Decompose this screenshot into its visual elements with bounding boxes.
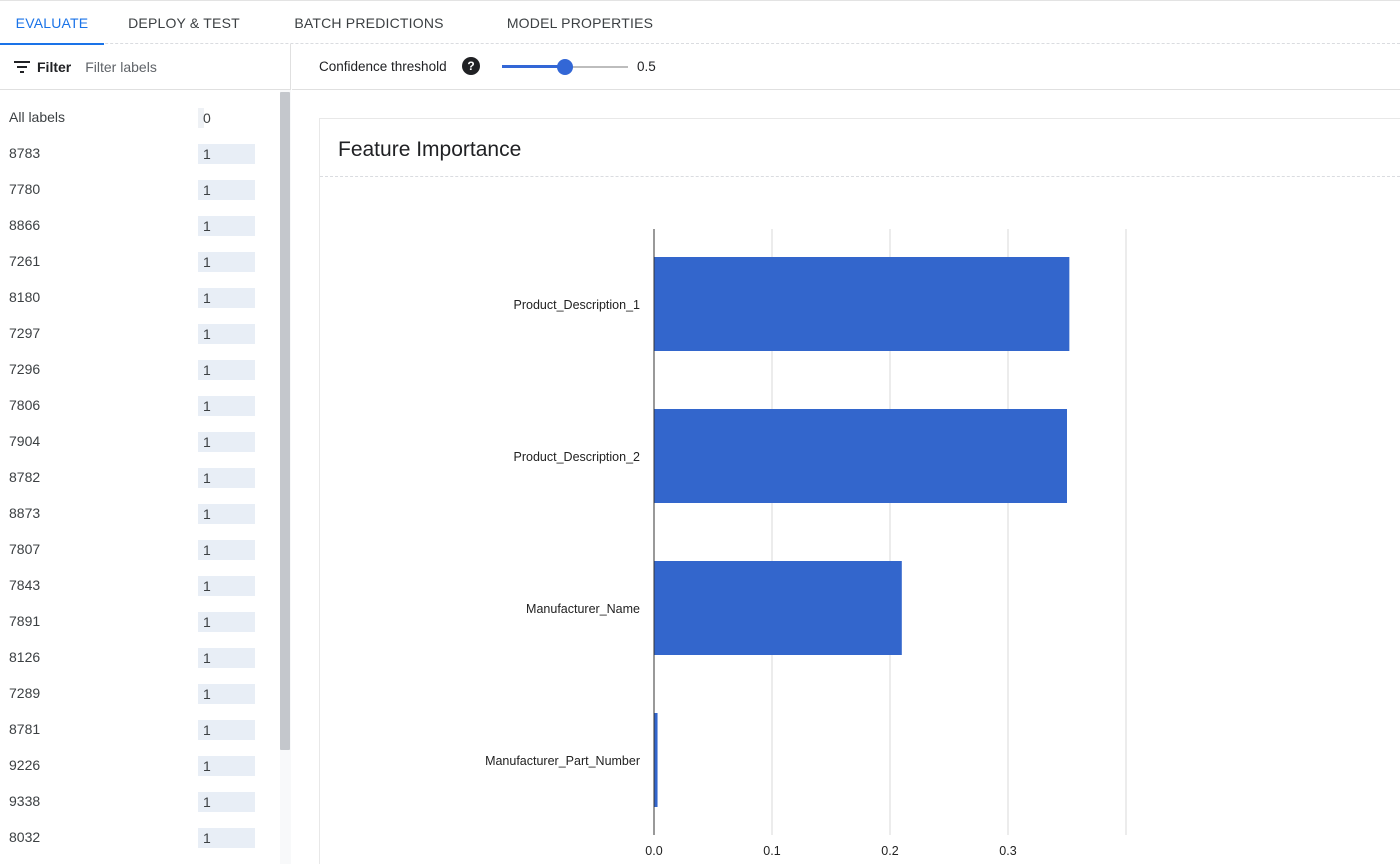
label-name: 8782 xyxy=(9,469,41,485)
label-count: 1 xyxy=(198,648,255,668)
label-name: 7904 xyxy=(9,433,41,449)
threshold-toolbar: Confidence threshold ? 0.5 xyxy=(292,44,1400,90)
label-count-value: 0 xyxy=(203,110,211,126)
label-name: 8866 xyxy=(9,217,41,233)
label-count: 1 xyxy=(198,684,255,704)
category-label: Manufacturer_Name xyxy=(526,602,640,616)
label-name: 7807 xyxy=(9,541,41,557)
label-row[interactable]: 7780 1 xyxy=(0,172,280,208)
slider-thumb[interactable] xyxy=(557,59,573,75)
tab-deploy-test[interactable]: DEPLOY & TEST xyxy=(104,0,264,44)
label-count: 1 xyxy=(198,504,255,524)
scrollbar-thumb[interactable] xyxy=(280,92,290,750)
filter-button[interactable]: Filter xyxy=(14,59,71,75)
label-sidebar: Filter All labels08783177801886617261181… xyxy=(0,44,291,864)
label-name: 8032 xyxy=(9,829,41,845)
label-row[interactable]: 7289 1 xyxy=(0,676,280,712)
label-name: 7843 xyxy=(9,577,41,593)
bar xyxy=(654,713,658,807)
label-name: 8783 xyxy=(9,145,41,161)
label-row[interactable]: 7891 1 xyxy=(0,604,280,640)
filter-labels-input[interactable] xyxy=(85,58,256,75)
label-count: 1 xyxy=(198,360,255,380)
label-name: 7289 xyxy=(9,685,41,701)
x-tick-label: 0.3 xyxy=(999,844,1016,858)
label-row[interactable]: 8781 1 xyxy=(0,712,280,748)
bar xyxy=(654,561,902,655)
label-count: 0 xyxy=(198,108,211,128)
label-row[interactable]: 8783 1 xyxy=(0,136,280,172)
label-name: 9226 xyxy=(9,757,41,773)
label-row[interactable]: 8126 1 xyxy=(0,640,280,676)
label-name: 7296 xyxy=(9,361,41,377)
feature-importance-chart: Product_Description_1 Product_Description… xyxy=(485,229,1127,858)
bar xyxy=(654,409,1067,503)
x-tick-label: 0.1 xyxy=(763,844,780,858)
label-row[interactable]: 7904 1 xyxy=(0,424,280,460)
label-count: 1 xyxy=(198,756,255,776)
label-count: 1 xyxy=(198,576,255,596)
label-row[interactable]: 7843 1 xyxy=(0,568,280,604)
label-name: All labels xyxy=(9,109,66,125)
x-tick-label: 0.0 xyxy=(645,844,662,858)
label-row[interactable]: 7807 1 xyxy=(0,532,280,568)
label-row[interactable]: 8782 1 xyxy=(0,460,280,496)
label-row[interactable]: 8873 1 xyxy=(0,496,280,532)
category-label: Product_Description_1 xyxy=(514,298,641,312)
label-row[interactable]: 7296 1 xyxy=(0,352,280,388)
label-list: All labels 0 8783 1 7780 1 8866 1 7261 1 8180 1 7297… xyxy=(0,90,280,864)
label-count: 1 xyxy=(198,828,255,848)
label-name: 8781 xyxy=(9,721,41,737)
category-label: Product_Description_2 xyxy=(514,450,641,464)
label-name: 7261 xyxy=(9,253,41,269)
tab-bar: EVALUATE DEPLOY & TEST BATCH PREDICTIONS… xyxy=(0,0,1400,45)
label-row[interactable]: 9226 1 xyxy=(0,748,280,784)
filter-icon xyxy=(14,60,30,73)
slider-fill xyxy=(502,65,565,68)
label-name: 7806 xyxy=(9,397,41,413)
label-name: 8126 xyxy=(9,649,41,665)
confidence-threshold-slider[interactable] xyxy=(502,56,628,78)
label-name: 7780 xyxy=(9,181,41,197)
feature-importance-card: Feature Importance Product_Description_1… xyxy=(319,118,1400,864)
confidence-threshold-label: Confidence threshold xyxy=(319,59,447,74)
help-icon[interactable]: ? xyxy=(462,57,480,75)
label-count: 1 xyxy=(198,288,255,308)
label-count: 1 xyxy=(198,324,255,344)
label-count: 1 xyxy=(198,252,255,272)
bar xyxy=(654,257,1070,351)
label-name: 8180 xyxy=(9,289,41,305)
label-count: 1 xyxy=(198,180,255,200)
tab-evaluate[interactable]: EVALUATE xyxy=(0,0,104,45)
filter-label: Filter xyxy=(37,58,72,75)
label-count: 1 xyxy=(198,468,255,488)
label-count: 1 xyxy=(198,216,255,236)
label-count: 1 xyxy=(198,396,255,416)
label-count: 1 xyxy=(198,612,255,632)
label-name: 8873 xyxy=(9,505,41,521)
label-row[interactable]: 8032 1 xyxy=(0,820,280,856)
tab-batch-predictions[interactable]: BATCH PREDICTIONS xyxy=(272,0,466,44)
label-row[interactable]: 9338 1 xyxy=(0,784,280,820)
tab-model-properties[interactable]: MODEL PROPERTIES xyxy=(498,0,662,44)
label-count: 1 xyxy=(198,720,255,740)
label-row[interactable]: 7261 1 xyxy=(0,244,280,280)
filter-bar: Filter xyxy=(0,44,290,90)
label-count: 1 xyxy=(198,540,255,560)
threshold-value: 0.5 xyxy=(637,59,656,74)
label-name: 7297 xyxy=(9,325,41,341)
label-row[interactable]: All labels 0 xyxy=(0,100,280,136)
label-count: 1 xyxy=(198,792,255,812)
label-row[interactable]: 7297 1 xyxy=(0,316,280,352)
label-count: 1 xyxy=(198,144,255,164)
label-row[interactable]: 8180 1 xyxy=(0,280,280,316)
label-row[interactable]: 8866 1 xyxy=(0,208,280,244)
x-tick-label: 0.2 xyxy=(881,844,898,858)
label-name: 9338 xyxy=(9,793,41,809)
category-label: Manufacturer_Part_Number xyxy=(485,754,640,768)
label-count: 1 xyxy=(198,432,255,452)
label-name: 7891 xyxy=(9,613,41,629)
label-row[interactable]: 7806 1 xyxy=(0,388,280,424)
